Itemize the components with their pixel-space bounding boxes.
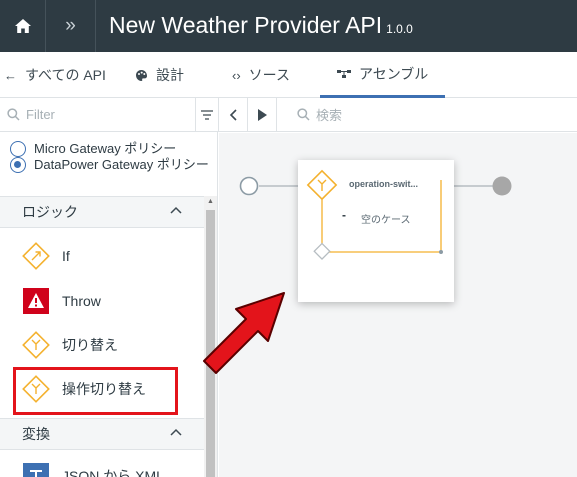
flow-start-node <box>239 176 259 196</box>
section-title: ロジック <box>22 204 78 220</box>
filter-placeholder: Filter <box>26 107 55 122</box>
palette-icon <box>136 69 147 81</box>
palette-item-json-to-xml[interactable]: JSON から XML <box>22 462 164 477</box>
radio-button[interactable] <box>10 141 26 157</box>
radio-label: Micro Gateway ポリシー <box>34 141 177 156</box>
flow-end-node <box>492 176 512 196</box>
section-title: 変換 <box>22 426 50 442</box>
tab-all-apis[interactable]: ← すべての API <box>4 52 106 98</box>
home-button[interactable] <box>0 0 46 52</box>
tab-label: 設計 <box>156 67 184 83</box>
chevron-left-icon <box>229 108 237 121</box>
red-arrow-annotation <box>203 292 285 374</box>
policy-palette: Micro Gateway ポリシー DataPower Gateway ポリシ… <box>0 132 218 477</box>
highlight-box <box>13 367 178 415</box>
search-placeholder: 検索 <box>316 108 343 123</box>
search-icon <box>297 108 310 121</box>
divider <box>276 98 277 131</box>
operation-switch-icon <box>306 169 338 201</box>
radio-micro-gateway[interactable]: Micro Gateway ポリシー <box>10 141 176 157</box>
switch-icon <box>22 331 50 359</box>
search-icon <box>7 108 20 121</box>
tab-label: すべての API <box>25 67 106 83</box>
filter-input[interactable]: Filter <box>0 98 195 131</box>
item-label: If <box>62 248 70 264</box>
policy-title: operation-swit... <box>349 179 419 189</box>
empty-case-label: 空のケース <box>361 215 411 226</box>
radio-button-checked[interactable] <box>10 157 26 173</box>
code-icon: ‹› <box>232 67 241 83</box>
tab-bar: ← すべての API 設計 ‹› ソース アセンブル <box>0 52 577 98</box>
throw-icon <box>22 287 50 315</box>
radio-label: DataPower Gateway ポリシー <box>34 157 209 172</box>
case-drop-diamond[interactable] <box>312 242 332 262</box>
double-chevron-right-icon: » <box>65 15 76 36</box>
tab-assemble[interactable]: アセンブル <box>320 52 446 98</box>
chevron-up-icon <box>170 428 182 436</box>
play-icon <box>258 108 267 121</box>
case-dash-marker: - <box>342 208 346 222</box>
scroll-up-arrow-icon[interactable]: ▲ <box>207 198 214 205</box>
chevron-up-icon <box>170 206 182 214</box>
top-bar: » New Weather Provider API 1.0.0 <box>0 0 577 52</box>
home-icon <box>14 19 31 33</box>
arrow-left-icon: ← <box>4 67 17 83</box>
filter-lines-icon <box>201 109 213 120</box>
filter-options-button[interactable] <box>196 98 218 131</box>
canvas-search-input[interactable]: 検索 <box>297 98 342 131</box>
item-label: Throw <box>62 293 101 309</box>
api-version: 1.0.0 <box>386 22 413 36</box>
item-label: 切り替え <box>62 337 118 353</box>
if-icon <box>22 242 50 270</box>
section-transform-header[interactable]: 変換 <box>0 418 204 450</box>
page-title: New Weather Provider API 1.0.0 <box>109 12 413 39</box>
json-to-xml-icon <box>22 462 50 477</box>
tab-label: ソース <box>248 67 290 83</box>
operation-switch-policy[interactable]: operation-swit... - 空のケース <box>298 160 454 302</box>
api-title: New Weather Provider API <box>109 12 383 38</box>
flow-icon <box>337 69 351 78</box>
palette-item-if[interactable]: If <box>22 242 70 270</box>
collapse-palette-button[interactable] <box>219 98 247 131</box>
item-label: JSON から XML <box>62 468 164 477</box>
tab-source[interactable]: ‹› ソース <box>232 52 290 98</box>
section-logic-header[interactable]: ロジック <box>0 196 204 228</box>
palette-toolbar: Filter 検索 <box>0 98 577 132</box>
palette-item-switch[interactable]: 切り替え <box>22 331 118 359</box>
tab-design[interactable]: 設計 <box>135 52 184 98</box>
radio-datapower-gateway[interactable]: DataPower Gateway ポリシー <box>10 157 210 173</box>
palette-item-throw[interactable]: Throw <box>22 287 101 315</box>
play-button[interactable] <box>248 98 276 131</box>
expand-nav-button[interactable]: » <box>46 0 96 52</box>
tab-label: アセンブル <box>359 65 429 82</box>
